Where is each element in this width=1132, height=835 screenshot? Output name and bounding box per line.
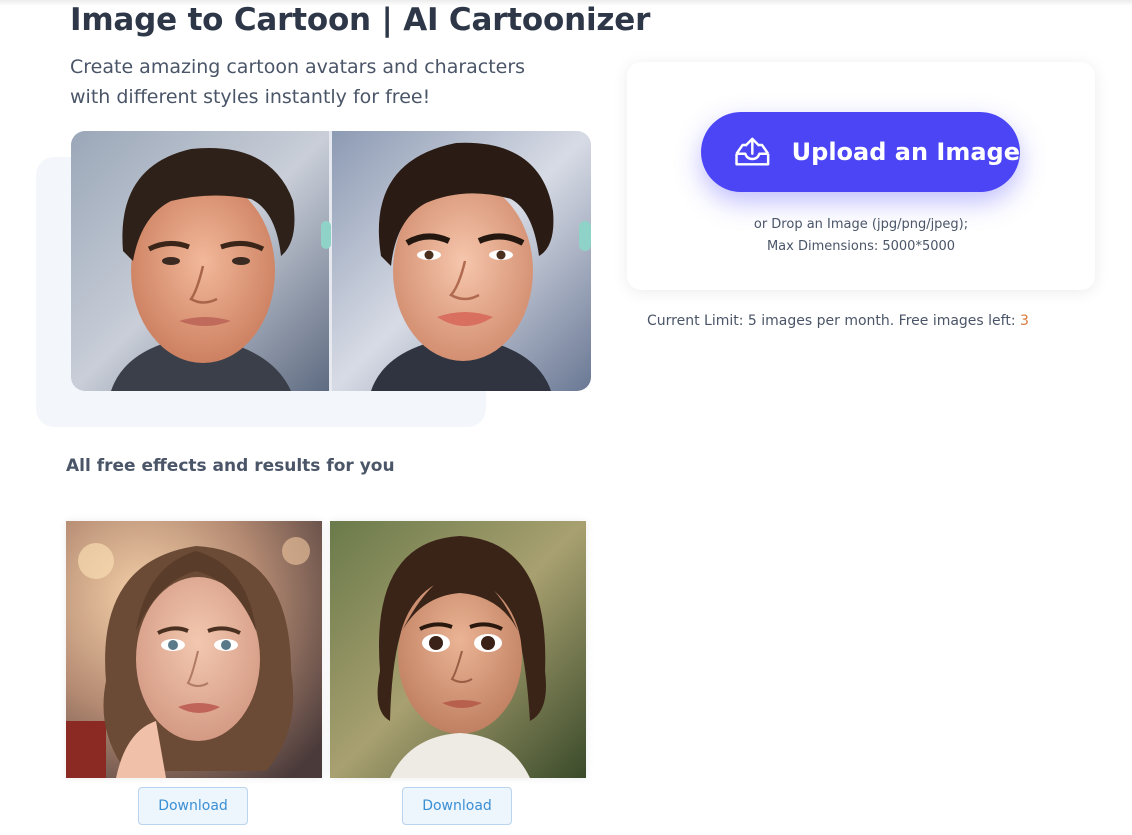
- usage-limit-text: Current Limit: 5 images per month. Free …: [647, 313, 1021, 329]
- effects-title: All free effects and results for you: [66, 456, 395, 476]
- drop-hint-formats: or Drop an Image (jpg/png/jpeg);: [753, 217, 969, 232]
- drop-hint-dimensions: Max Dimensions: 5000*5000: [766, 239, 956, 254]
- upload-button-label: Upload an Image: [791, 138, 1020, 166]
- page-title: Image to Cartoon | AI Cartoonizer: [70, 2, 651, 38]
- result-image: [330, 521, 586, 778]
- upload-tray-icon: [735, 137, 770, 166]
- page-subtitle: Create amazing cartoon avatars and chara…: [70, 56, 526, 108]
- drop-hint: or Drop an Image (jpg/png/jpeg); Max Dim…: [627, 214, 1095, 258]
- usage-limit: Current Limit: 5 images per month. Free …: [647, 313, 1029, 329]
- download-button[interactable]: Download: [402, 787, 512, 825]
- images-left-count: 3: [1020, 313, 1029, 329]
- download-button[interactable]: Download: [138, 787, 248, 825]
- upload-image-button[interactable]: Upload an Image: [701, 112, 1020, 192]
- result-image: [66, 521, 322, 778]
- hero-comparison-image: [71, 131, 591, 391]
- upload-card: Upload an Image or Drop an Image (jpg/pn…: [627, 62, 1095, 290]
